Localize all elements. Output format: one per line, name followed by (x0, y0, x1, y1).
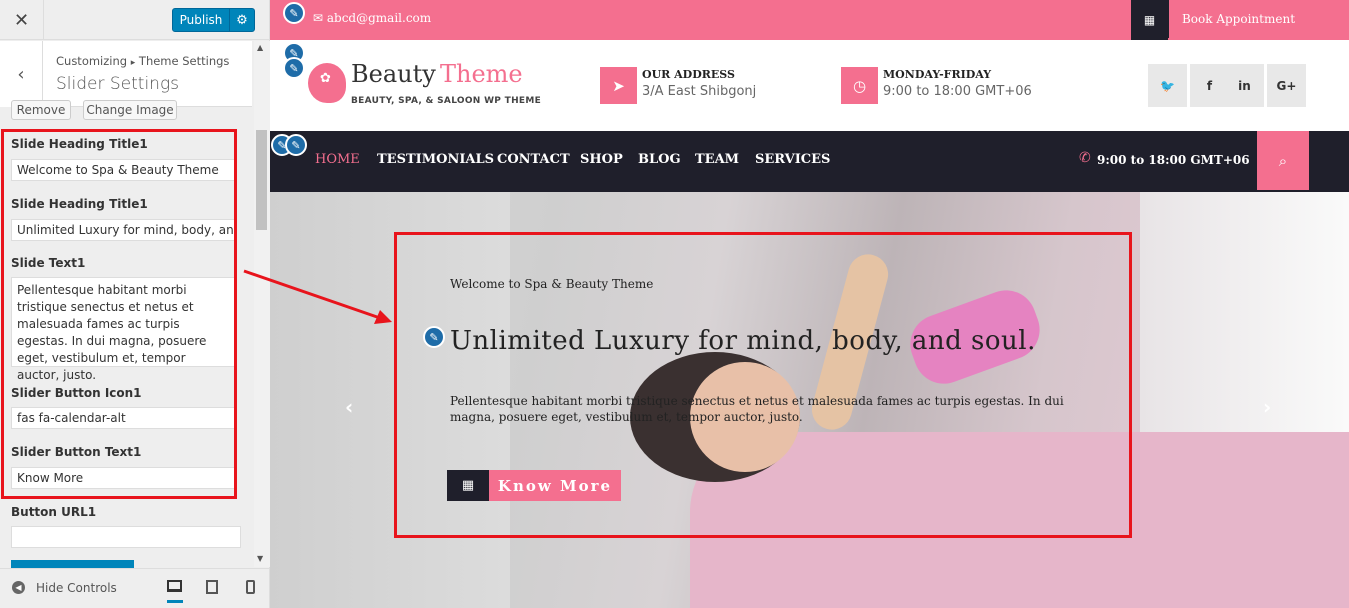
callout-arrow (243, 269, 392, 324)
